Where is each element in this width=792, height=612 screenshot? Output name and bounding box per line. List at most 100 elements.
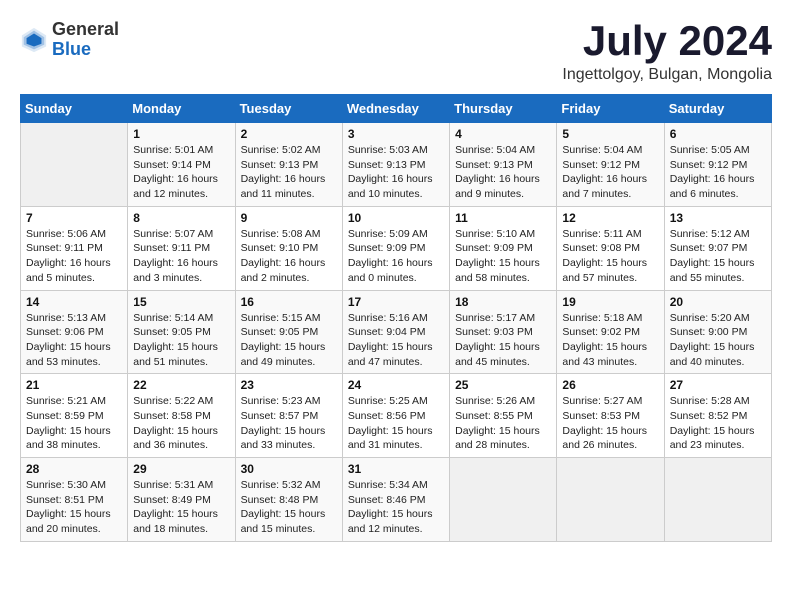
day-number: 16	[241, 295, 337, 309]
calendar-cell: 16Sunrise: 5:15 AM Sunset: 9:05 PM Dayli…	[235, 290, 342, 374]
day-number: 23	[241, 378, 337, 392]
day-info: Sunrise: 5:31 AM Sunset: 8:49 PM Dayligh…	[133, 478, 229, 537]
day-info: Sunrise: 5:21 AM Sunset: 8:59 PM Dayligh…	[26, 394, 122, 453]
day-info: Sunrise: 5:04 AM Sunset: 9:13 PM Dayligh…	[455, 143, 551, 202]
day-number: 28	[26, 462, 122, 476]
calendar-cell: 27 Sunrise: 5:28 AM Sunset: 8:52 PM Dayli…	[664, 374, 771, 458]
calendar-cell: 10Sunrise: 5:09 AM Sunset: 9:09 PM Dayli…	[342, 206, 449, 290]
day-number: 31	[348, 462, 444, 476]
day-number: 27	[670, 378, 766, 392]
day-number: 26	[562, 378, 658, 392]
weekday-header-wednesday: Wednesday	[342, 95, 449, 123]
calendar-cell: 20 Sunrise: 5:20 AM Sunset: 9:00 PM Dayli…	[664, 290, 771, 374]
day-info: Sunrise: 5:30 AM Sunset: 8:51 PM Dayligh…	[26, 478, 122, 537]
day-number: 22	[133, 378, 229, 392]
calendar-header-row: SundayMondayTuesdayWednesdayThursdayFrid…	[21, 95, 772, 123]
calendar-cell: 5 Sunrise: 5:04 AM Sunset: 9:12 PM Daylig…	[557, 123, 664, 207]
day-info: Sunrise: 5:20 AM Sunset: 9:00 PM Dayligh…	[670, 311, 766, 370]
day-number: 24	[348, 378, 444, 392]
day-info: Sunrise: 5:25 AM Sunset: 8:56 PM Dayligh…	[348, 394, 444, 453]
day-info: Sunrise: 5:02 AM Sunset: 9:13 PM Dayligh…	[241, 143, 337, 202]
day-number: 20	[670, 295, 766, 309]
day-info: Sunrise: 5:05 AM Sunset: 9:12 PM Dayligh…	[670, 143, 766, 202]
location-subtitle: Ingettolgoy, Bulgan, Mongolia	[562, 66, 772, 84]
day-info: Sunrise: 5:13 AM Sunset: 9:06 PM Dayligh…	[26, 311, 122, 370]
day-number: 25	[455, 378, 551, 392]
day-info: Sunrise: 5:18 AM Sunset: 9:02 PM Dayligh…	[562, 311, 658, 370]
calendar-cell: 24 Sunrise: 5:25 AM Sunset: 8:56 PM Dayli…	[342, 374, 449, 458]
day-info: Sunrise: 5:11 AM Sunset: 9:08 PM Dayligh…	[562, 227, 658, 286]
calendar-cell: 29 Sunrise: 5:31 AM Sunset: 8:49 PM Dayli…	[128, 458, 235, 542]
calendar-cell: 18 Sunrise: 5:17 AM Sunset: 9:03 PM Dayli…	[450, 290, 557, 374]
day-info: Sunrise: 5:03 AM Sunset: 9:13 PM Dayligh…	[348, 143, 444, 202]
day-number: 30	[241, 462, 337, 476]
weekday-header-friday: Friday	[557, 95, 664, 123]
calendar-cell: 2 Sunrise: 5:02 AM Sunset: 9:13 PM Daylig…	[235, 123, 342, 207]
logo-general-text: General	[52, 20, 119, 40]
logo-blue-text: Blue	[52, 40, 119, 60]
day-number: 7	[26, 211, 122, 225]
calendar-cell: 9Sunrise: 5:08 AM Sunset: 9:10 PM Daylig…	[235, 206, 342, 290]
calendar-cell: 4 Sunrise: 5:04 AM Sunset: 9:13 PM Daylig…	[450, 123, 557, 207]
calendar-cell: 8Sunrise: 5:07 AM Sunset: 9:11 PM Daylig…	[128, 206, 235, 290]
calendar-cell: 17Sunrise: 5:16 AM Sunset: 9:04 PM Dayli…	[342, 290, 449, 374]
day-number: 13	[670, 211, 766, 225]
month-year-title: July 2024	[562, 20, 772, 62]
weekday-header-tuesday: Tuesday	[235, 95, 342, 123]
calendar-cell: 25Sunrise: 5:26 AM Sunset: 8:55 PM Dayli…	[450, 374, 557, 458]
weekday-header-sunday: Sunday	[21, 95, 128, 123]
day-number: 14	[26, 295, 122, 309]
calendar-table: SundayMondayTuesdayWednesdayThursdayFrid…	[20, 94, 772, 542]
day-number: 19	[562, 295, 658, 309]
day-number: 29	[133, 462, 229, 476]
calendar-cell: 13 Sunrise: 5:12 AM Sunset: 9:07 PM Dayli…	[664, 206, 771, 290]
day-number: 11	[455, 211, 551, 225]
logo-text: General Blue	[52, 20, 119, 60]
day-info: Sunrise: 5:10 AM Sunset: 9:09 PM Dayligh…	[455, 227, 551, 286]
day-number: 21	[26, 378, 122, 392]
calendar-cell: 12 Sunrise: 5:11 AM Sunset: 9:08 PM Dayli…	[557, 206, 664, 290]
day-info: Sunrise: 5:22 AM Sunset: 8:58 PM Dayligh…	[133, 394, 229, 453]
day-number: 18	[455, 295, 551, 309]
day-info: Sunrise: 5:14 AM Sunset: 9:05 PM Dayligh…	[133, 311, 229, 370]
day-info: Sunrise: 5:17 AM Sunset: 9:03 PM Dayligh…	[455, 311, 551, 370]
day-info: Sunrise: 5:04 AM Sunset: 9:12 PM Dayligh…	[562, 143, 658, 202]
day-number: 4	[455, 127, 551, 141]
calendar-cell: 19 Sunrise: 5:18 AM Sunset: 9:02 PM Dayli…	[557, 290, 664, 374]
day-number: 15	[133, 295, 229, 309]
logo: General Blue	[20, 20, 119, 60]
calendar-cell: 1Sunrise: 5:01 AM Sunset: 9:14 PM Daylig…	[128, 123, 235, 207]
day-number: 6	[670, 127, 766, 141]
calendar-cell	[664, 458, 771, 542]
day-number: 3	[348, 127, 444, 141]
calendar-week-row: 7Sunrise: 5:06 AM Sunset: 9:11 PM Daylig…	[21, 206, 772, 290]
calendar-cell	[450, 458, 557, 542]
page-header: General Blue July 2024 Ingettolgoy, Bulg…	[20, 20, 772, 84]
calendar-cell: 3 Sunrise: 5:03 AM Sunset: 9:13 PM Daylig…	[342, 123, 449, 207]
calendar-cell: 26 Sunrise: 5:27 AM Sunset: 8:53 PM Dayli…	[557, 374, 664, 458]
day-info: Sunrise: 5:01 AM Sunset: 9:14 PM Dayligh…	[133, 143, 229, 202]
day-info: Sunrise: 5:12 AM Sunset: 9:07 PM Dayligh…	[670, 227, 766, 286]
weekday-header-monday: Monday	[128, 95, 235, 123]
calendar-week-row: 28 Sunrise: 5:30 AM Sunset: 8:51 PM Dayli…	[21, 458, 772, 542]
calendar-cell	[557, 458, 664, 542]
calendar-cell: 30 Sunrise: 5:32 AM Sunset: 8:48 PM Dayli…	[235, 458, 342, 542]
day-number: 12	[562, 211, 658, 225]
calendar-cell: 11 Sunrise: 5:10 AM Sunset: 9:09 PM Dayli…	[450, 206, 557, 290]
day-number: 8	[133, 211, 229, 225]
calendar-cell: 7Sunrise: 5:06 AM Sunset: 9:11 PM Daylig…	[21, 206, 128, 290]
calendar-cell: 23Sunrise: 5:23 AM Sunset: 8:57 PM Dayli…	[235, 374, 342, 458]
day-info: Sunrise: 5:28 AM Sunset: 8:52 PM Dayligh…	[670, 394, 766, 453]
title-block: July 2024 Ingettolgoy, Bulgan, Mongolia	[562, 20, 772, 84]
day-number: 9	[241, 211, 337, 225]
day-info: Sunrise: 5:27 AM Sunset: 8:53 PM Dayligh…	[562, 394, 658, 453]
day-number: 17	[348, 295, 444, 309]
day-number: 5	[562, 127, 658, 141]
day-number: 2	[241, 127, 337, 141]
calendar-cell: 28 Sunrise: 5:30 AM Sunset: 8:51 PM Dayli…	[21, 458, 128, 542]
calendar-week-row: 21 Sunrise: 5:21 AM Sunset: 8:59 PM Dayli…	[21, 374, 772, 458]
day-number: 10	[348, 211, 444, 225]
calendar-cell: 14 Sunrise: 5:13 AM Sunset: 9:06 PM Dayli…	[21, 290, 128, 374]
calendar-cell: 31Sunrise: 5:34 AM Sunset: 8:46 PM Dayli…	[342, 458, 449, 542]
day-info: Sunrise: 5:32 AM Sunset: 8:48 PM Dayligh…	[241, 478, 337, 537]
